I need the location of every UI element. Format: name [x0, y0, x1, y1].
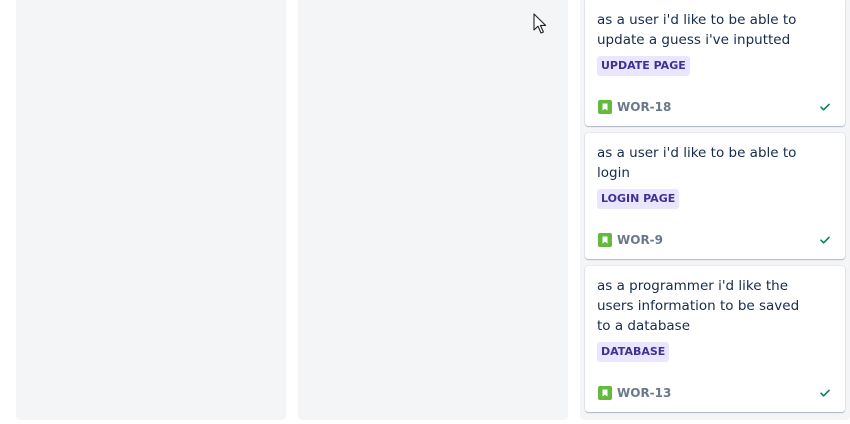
story-icon [598, 386, 612, 400]
issue-label[interactable]: DATABASE [597, 342, 670, 362]
board-column-2[interactable] [298, 0, 568, 420]
issue-label[interactable]: LOGIN PAGE [597, 189, 680, 209]
issue-label[interactable]: UPDATE PAGE [597, 56, 690, 76]
issue-key-link[interactable]: WOR-18 [617, 98, 671, 116]
check-icon [820, 389, 830, 397]
issue-card[interactable]: as a programmer i'd like the users infor… [585, 266, 845, 412]
issue-card-footer: WOR-13 [597, 384, 833, 402]
issue-card[interactable]: as a user i'd like to be able to update … [585, 0, 845, 126]
issue-card-footer: WOR-9 [597, 231, 833, 249]
issue-card-footer: WOR-18 [597, 98, 833, 116]
issue-card-title: as a user i'd like to be able to update … [597, 12, 797, 48]
mouse-cursor-icon [533, 13, 547, 34]
issue-key-link[interactable]: WOR-13 [617, 384, 671, 402]
issue-card-title: as a user i'd like to be able to login [597, 145, 797, 181]
issue-card-title: as a programmer i'd like the users infor… [597, 278, 800, 334]
board-column-1[interactable] [16, 0, 286, 420]
story-icon [598, 100, 612, 114]
issue-card[interactable]: as a user i'd like to be able to login L… [585, 133, 845, 259]
issue-key-link[interactable]: WOR-9 [617, 231, 663, 249]
check-icon [820, 236, 830, 244]
board: as a user i'd like to be able to update … [0, 0, 850, 424]
check-icon [820, 103, 830, 111]
story-icon [598, 233, 612, 247]
